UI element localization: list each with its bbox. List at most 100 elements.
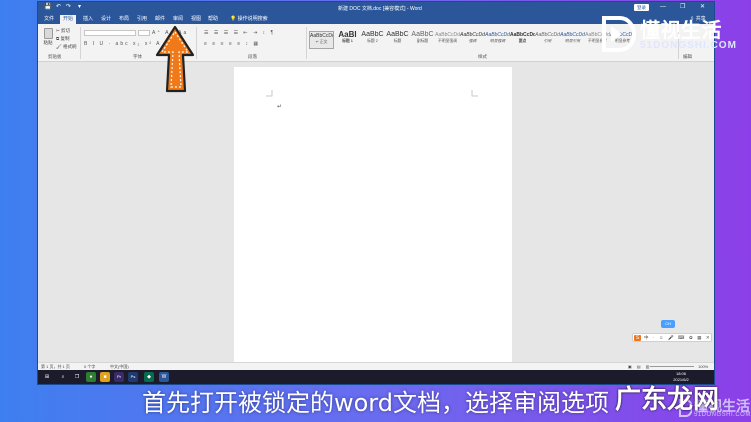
customize-quick-access-icon[interactable]: ▾ [78, 4, 81, 11]
watermark-url: 51DONGSHI.COM [640, 40, 737, 51]
font-format-buttons[interactable]: B I U · abc x₂ x² A [84, 41, 161, 47]
styles-group-label: 样式 [478, 54, 487, 59]
style-normal[interactable]: AaBbCcDd ↵ 正文 [309, 31, 334, 49]
document-page[interactable]: ↵ [234, 67, 512, 363]
style-preview: AaBbCcDd [510, 32, 535, 38]
view-buttons[interactable]: ▣ ▤ ▥ [628, 364, 652, 369]
brush-icon: 🖌 [56, 44, 62, 49]
tab-layout[interactable]: 布局 [116, 15, 132, 24]
style-name: 引用 [543, 39, 552, 43]
paragraph-row1-buttons[interactable]: ☰ ☰ ☰ ☰ ⇤ ⇥ ↕ ¶ [204, 30, 275, 36]
tab-design[interactable]: 设计 [98, 15, 114, 24]
ime-mode-badge[interactable]: CH [661, 320, 675, 328]
clipboard-group-label: 剪贴板 [48, 54, 62, 59]
font-name-select[interactable] [84, 30, 136, 36]
paste-button[interactable]: 粘贴 [42, 28, 54, 50]
app-icon-2[interactable]: ■ [100, 372, 110, 382]
style-name: 明显强调 [489, 39, 506, 43]
font-group-label: 字体 [133, 54, 142, 59]
word-window: 💾 ↶ ↷ ▾ 新建 DOC 文档.doc [兼容模式] - Word 登录 —… [38, 2, 714, 384]
zoom-slider[interactable] [650, 366, 694, 367]
format-painter-button[interactable]: 🖌 格式刷 [56, 44, 76, 50]
style-name: 副标题 [416, 39, 429, 43]
cut-label: 剪切 [61, 28, 71, 33]
redo-icon[interactable]: ↷ [66, 4, 71, 11]
style-name: 要点 [518, 39, 527, 43]
paragraph-mark: ↵ [277, 104, 283, 110]
copy-icon: ⧉ [56, 36, 60, 41]
tell-me-label: 操作说明搜索 [237, 16, 268, 22]
undo-icon[interactable]: ↶ [56, 4, 61, 11]
style-heading-1[interactable]: AaBl 标题 1 [335, 31, 360, 49]
clipboard-icon [43, 28, 53, 39]
status-bar: 第 1 页，共 1 页 0 个字 中文(中国) ▣ ▤ ▥ 100% [38, 362, 714, 370]
copy-button[interactable]: ⧉ 复制 [56, 36, 69, 42]
style-name: 明显引用 [564, 39, 581, 43]
paragraph-group-label: 段落 [248, 54, 257, 59]
style-emphasis[interactable]: AaBbCcDd 强调 [460, 31, 485, 49]
style-preview: AaBbCcDd [435, 32, 460, 38]
premiere-icon[interactable]: Pr [114, 372, 124, 382]
document-area: ↵ [38, 62, 714, 363]
window-title: 新建 DOC 文档.doc [兼容模式] - Word [338, 6, 422, 12]
style-name: ↵ 正文 [315, 40, 328, 44]
zoom-level[interactable]: 100% [698, 364, 708, 369]
watermark-logo: 懂视生活 51DONGSHI.COM [598, 10, 736, 58]
tab-insert[interactable]: 插入 [80, 15, 96, 24]
save-icon[interactable]: 💾 [44, 4, 51, 11]
style-preview: AaBl [338, 31, 357, 39]
windows-start-icon[interactable]: ⊞ [42, 372, 52, 382]
group-divider [80, 27, 81, 59]
task-view-icon[interactable]: ❐ [72, 372, 82, 382]
copy-label: 复制 [60, 36, 70, 41]
style-preview: AaBbCcDd [485, 32, 510, 38]
style-subtitle[interactable]: AaBbC 副标题 [410, 31, 435, 49]
tab-mailings[interactable]: 邮件 [152, 15, 168, 24]
style-strong[interactable]: AaBbCcDd 要点 [510, 31, 535, 49]
lightbulb-icon: 💡 [230, 16, 238, 22]
ime-logo-icon: S [634, 335, 641, 341]
style-name: 标题 2 [367, 39, 378, 43]
style-preview: AaBbC [361, 31, 384, 38]
style-quote[interactable]: AaBbCcDd 引用 [535, 31, 560, 49]
taskbar: ⊞ ⌕ ❐ ● ■ Pr Ps ◆ W 18:06 2021/6/2 [38, 370, 714, 384]
style-intense-emphasis[interactable]: AaBbCcDd 明显强调 [485, 31, 510, 49]
style-name: 不明显强调 [438, 39, 457, 43]
watermark-name: 懂视生活 [640, 18, 722, 42]
search-icon[interactable]: ⌕ [58, 372, 68, 382]
pointer-arrow-icon [155, 25, 195, 93]
margin-corner-mark [471, 90, 478, 97]
ime-toolbar-icons[interactable]: 中 · ☺ 🎤 ⌨ ✿ ▦ ✕ [644, 335, 711, 341]
style-name: 强调 [468, 39, 477, 43]
photoshop-icon[interactable]: Ps [128, 372, 138, 382]
tab-references[interactable]: 引用 [134, 15, 150, 24]
font-size-select[interactable] [138, 30, 150, 36]
tab-file[interactable]: 文件 [41, 15, 57, 24]
style-title[interactable]: AaBbC 标题 [385, 31, 410, 49]
cut-button[interactable]: ✂ 剪切 [56, 28, 70, 34]
tab-home[interactable]: 开始 [60, 15, 77, 24]
word-taskbar-icon[interactable]: W [159, 372, 169, 382]
style-heading-2[interactable]: AaBbC 标题 2 [360, 31, 385, 49]
style-preview: AaBbCcDd [535, 32, 560, 38]
style-subtle-emphasis[interactable]: AaBbCcDd 不明显强调 [435, 31, 460, 49]
tab-review[interactable]: 审阅 [170, 15, 186, 24]
style-name: 标题 1 [342, 39, 353, 43]
style-name: 标题 [393, 39, 402, 43]
style-preview: AaBbCcDd [560, 32, 585, 38]
tell-me-search[interactable]: 💡 操作说明搜索 [230, 15, 268, 24]
style-preview: AaBbC [411, 31, 434, 38]
paragraph-row2-buttons[interactable]: ≡ ≡ ≡ ≡ ≡ ↕ ▦ [204, 41, 260, 47]
app-icon-1[interactable]: ● [86, 372, 96, 382]
tab-help[interactable]: 帮助 [205, 15, 221, 24]
ime-toolbar[interactable]: S 中 · ☺ 🎤 ⌨ ✿ ▦ ✕ [632, 333, 712, 342]
margin-corner-mark [266, 90, 273, 97]
style-preview: AaBbCcDd [310, 33, 334, 39]
site-watermark: 广东龙网 [615, 385, 720, 415]
tab-view[interactable]: 视图 [188, 15, 204, 24]
paste-label: 粘贴 [43, 40, 53, 45]
group-divider [306, 27, 307, 59]
style-intense-quote[interactable]: AaBbCcDd 明显引用 [560, 31, 585, 49]
app-icon-3[interactable]: ◆ [144, 372, 154, 382]
brand-logo-icon [602, 16, 636, 52]
